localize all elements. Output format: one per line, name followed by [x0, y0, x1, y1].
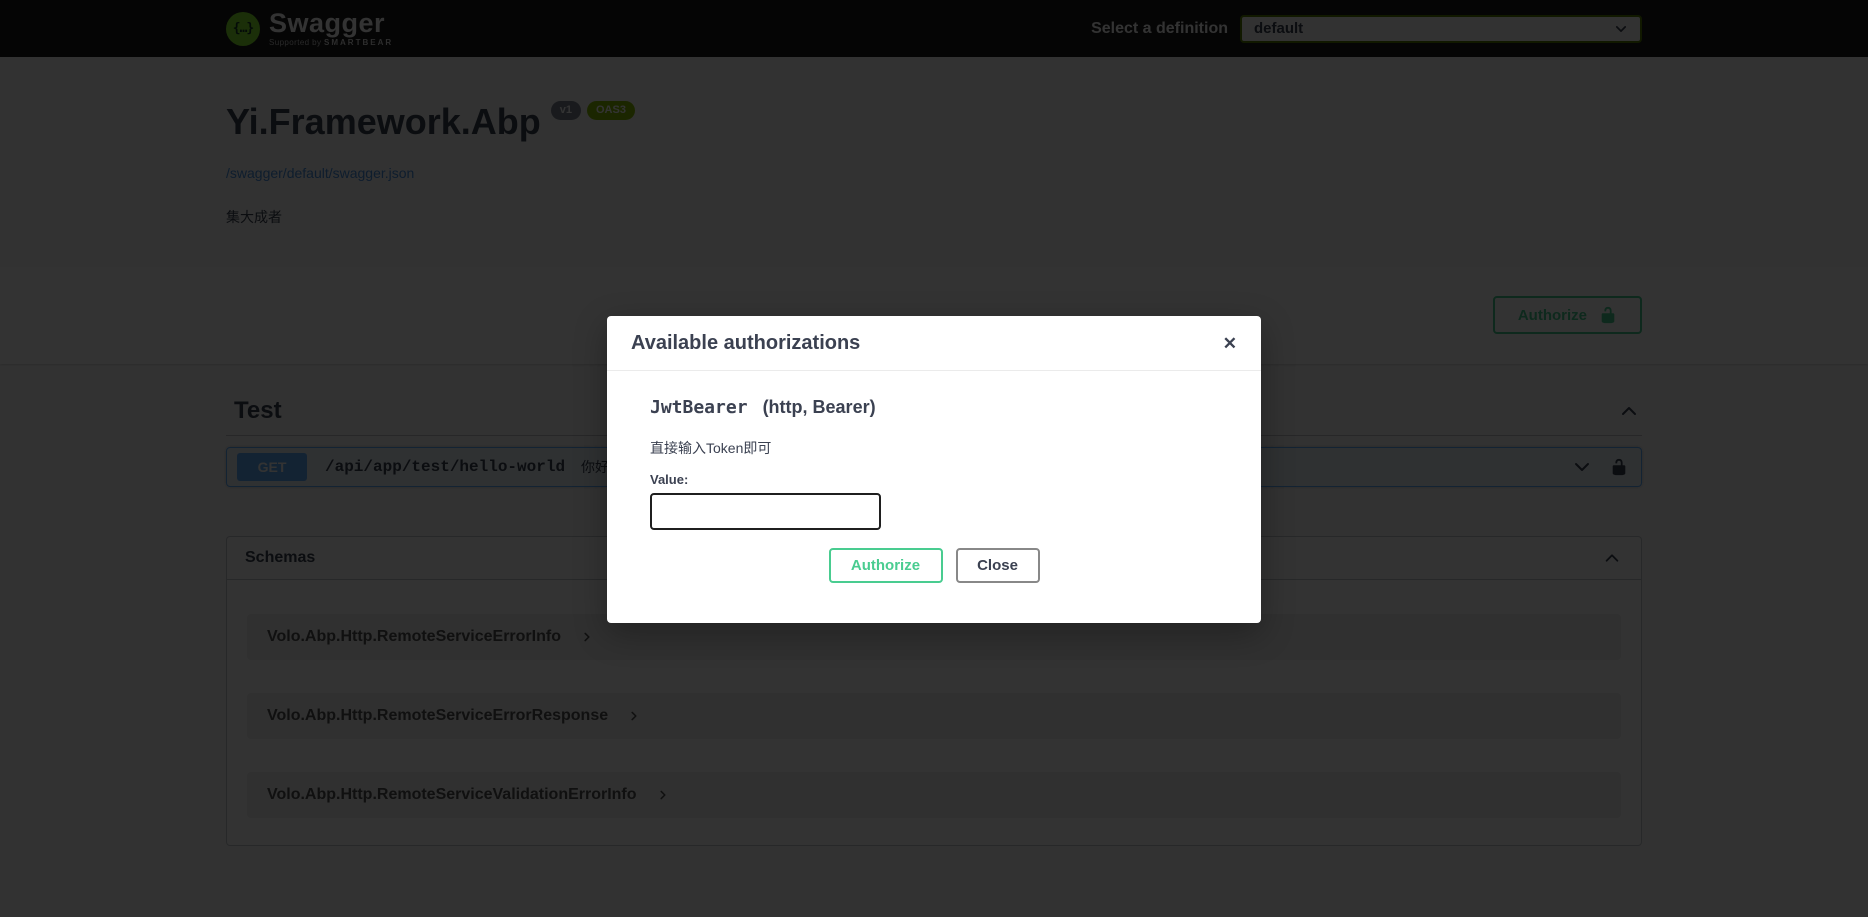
auth-scheme-name: JwtBearer — [650, 397, 748, 418]
modal-close-button[interactable]: Close — [956, 548, 1040, 583]
token-value-input[interactable] — [650, 493, 881, 530]
auth-scheme-title: JwtBearer (http, Bearer) — [650, 397, 1218, 418]
authorizations-modal: Available authorizations ✕ JwtBearer (ht… — [607, 316, 1261, 623]
modal-header: Available authorizations ✕ — [607, 316, 1261, 371]
modal-actions: Authorize Close — [650, 548, 1218, 583]
auth-scheme-description: 直接输入Token即可 — [650, 438, 1218, 458]
auth-scheme-type: (http, Bearer) — [763, 397, 876, 417]
close-icon[interactable]: ✕ — [1223, 335, 1237, 352]
modal-authorize-button[interactable]: Authorize — [829, 548, 943, 583]
modal-body: JwtBearer (http, Bearer) 直接输入Token即可 Val… — [607, 371, 1261, 623]
modal-title: Available authorizations — [631, 332, 860, 355]
value-label: Value: — [650, 472, 1218, 487]
